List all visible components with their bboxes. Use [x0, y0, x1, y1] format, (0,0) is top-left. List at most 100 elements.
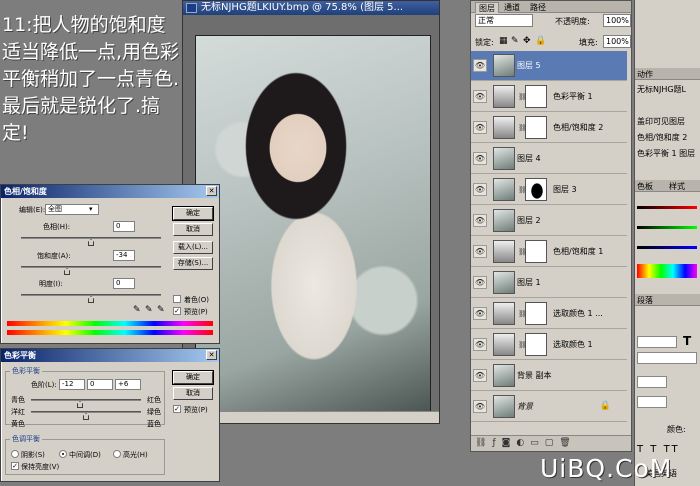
eyedropper-icon[interactable]: ✎: [133, 305, 141, 315]
layer-mask-thumbnail[interactable]: [525, 333, 547, 356]
hue-saturation-title-bar[interactable]: 色相/饱和度 ✕: [1, 185, 219, 198]
layer-mask-thumbnail[interactable]: [525, 85, 547, 108]
layer-row[interactable]: 👁 图层 5: [471, 51, 627, 81]
highlights-radio[interactable]: [113, 450, 121, 458]
ok-button[interactable]: 确定: [172, 206, 214, 221]
color-balance-title-bar[interactable]: 色彩平衡 ✕: [1, 349, 219, 362]
hue-input[interactable]: 0: [113, 221, 135, 232]
preview-checkbox[interactable]: ✓: [173, 307, 181, 315]
cyan-red-slider[interactable]: [31, 399, 141, 401]
layer-row[interactable]: 👁 图层 4: [471, 144, 627, 174]
magenta-green-slider[interactable]: [31, 411, 141, 413]
layer-row[interactable]: 👁 ⛓ 选取颜色 1: [471, 330, 627, 360]
baseline-field[interactable]: [637, 396, 667, 408]
history-item-2[interactable]: 色相/饱和度 2: [637, 132, 687, 143]
cancel-button[interactable]: 取消: [173, 387, 213, 400]
document-canvas[interactable]: [195, 35, 431, 415]
lightness-slider-thumb[interactable]: [88, 296, 94, 303]
layer-row[interactable]: 👁 ⛓ 色相/饱和度 1: [471, 237, 627, 267]
opacity-input[interactable]: 100%: [603, 14, 631, 27]
lightness-slider-track[interactable]: [21, 294, 161, 296]
lock-brush-icon[interactable]: ✎: [511, 36, 519, 46]
tab-layers[interactable]: 图层: [475, 2, 499, 13]
levels-input-2[interactable]: 0: [87, 379, 113, 390]
history-item-1[interactable]: 盖印可见图层: [637, 116, 685, 127]
levels-input-1[interactable]: -12: [59, 379, 85, 390]
saturation-slider-track[interactable]: [21, 266, 161, 268]
eyedropper-minus-icon[interactable]: ✎: [157, 305, 165, 315]
layer-mask-thumbnail[interactable]: [525, 178, 547, 201]
tab-paths[interactable]: 路径: [527, 2, 549, 13]
tracking-field[interactable]: [637, 352, 697, 364]
eye-icon[interactable]: 👁: [473, 183, 487, 196]
hue-slider-thumb[interactable]: [88, 239, 94, 246]
tab-paragraph[interactable]: 段落: [637, 295, 653, 306]
layer-mask-thumbnail[interactable]: [525, 116, 547, 139]
new-layer-icon[interactable]: ▢: [545, 438, 560, 448]
scale-field[interactable]: [637, 376, 667, 388]
cancel-button[interactable]: 取消: [173, 223, 213, 236]
tab-swatches[interactable]: 色板: [637, 181, 653, 192]
eye-icon[interactable]: 👁: [473, 121, 487, 134]
tab-actions[interactable]: 动作: [637, 69, 653, 80]
fx-icon[interactable]: ƒ: [492, 438, 501, 448]
eye-icon[interactable]: 👁: [473, 90, 487, 103]
history-document[interactable]: 无标NJHG题L: [637, 84, 686, 95]
green-slider[interactable]: [637, 226, 697, 229]
fill-input[interactable]: 100%: [603, 35, 631, 48]
preview-checkbox[interactable]: ✓: [173, 405, 181, 413]
eye-icon[interactable]: 👁: [473, 400, 487, 413]
color-ramp[interactable]: [637, 264, 697, 278]
preserve-luminosity-checkbox[interactable]: ✓: [11, 462, 19, 470]
document-window[interactable]: 无标NJHG题LKIUY.bmp @ 75.8% (图层 5...: [182, 0, 440, 424]
layer-row[interactable]: 👁 ⛓ 图层 3: [471, 175, 627, 205]
layer-mask-thumbnail[interactable]: [525, 240, 547, 263]
layer-row[interactable]: 👁 ⛓ 色相/饱和度 2: [471, 113, 627, 143]
document-title-bar[interactable]: 无标NJHG题LKIUY.bmp @ 75.8% (图层 5...: [183, 1, 439, 15]
eye-icon[interactable]: 👁: [473, 307, 487, 320]
close-icon[interactable]: ✕: [206, 186, 217, 196]
adjustment-icon[interactable]: ◐: [516, 438, 530, 448]
levels-input-3[interactable]: +6: [115, 379, 141, 390]
eye-icon[interactable]: 👁: [473, 245, 487, 258]
link-icon[interactable]: ⛓: [475, 438, 492, 448]
saturation-input[interactable]: -34: [113, 250, 135, 261]
lock-move-icon[interactable]: ✥: [523, 36, 531, 46]
layer-row[interactable]: 👁 图层 2: [471, 206, 627, 236]
saturation-slider-thumb[interactable]: [64, 268, 70, 275]
eye-icon[interactable]: 👁: [473, 152, 487, 165]
eye-icon[interactable]: 👁: [473, 369, 487, 382]
load-button[interactable]: 载入(L)...: [173, 241, 213, 254]
colorize-checkbox[interactable]: [173, 295, 181, 303]
folder-icon[interactable]: ▭: [530, 438, 545, 448]
lock-all-icon[interactable]: 🔒: [535, 36, 546, 46]
font-size-field[interactable]: [637, 336, 677, 348]
tab-styles[interactable]: 样式: [669, 181, 685, 192]
lightness-input[interactable]: 0: [113, 278, 135, 289]
blue-slider[interactable]: [637, 246, 697, 249]
history-item-3[interactable]: 色彩平衡 1 图层: [637, 148, 695, 159]
layer-row[interactable]: 👁 图层 1: [471, 268, 627, 298]
lock-transparent-icon[interactable]: ▦: [499, 36, 508, 46]
save-button[interactable]: 存储(S)...: [173, 257, 213, 270]
midtones-radio[interactable]: [59, 450, 67, 458]
tab-channels[interactable]: 通道: [501, 2, 523, 13]
eye-icon[interactable]: 👁: [473, 214, 487, 227]
trash-icon[interactable]: 🗑: [559, 438, 576, 448]
close-icon[interactable]: ✕: [206, 350, 217, 360]
layer-mask-thumbnail[interactable]: [525, 302, 547, 325]
layer-row[interactable]: 👁 背景 副本: [471, 361, 627, 391]
layer-row[interactable]: 👁 ⛓ 色彩平衡 1: [471, 82, 627, 112]
eye-icon[interactable]: 👁: [473, 59, 487, 72]
eyedropper-plus-icon[interactable]: ✎: [145, 305, 153, 315]
red-slider[interactable]: [637, 206, 697, 209]
blend-mode-select[interactable]: 正常: [475, 14, 533, 27]
hue-slider-track[interactable]: [21, 237, 161, 239]
layer-row[interactable]: 👁 背景 🔒: [471, 392, 627, 422]
layer-row[interactable]: 👁 ⛓ 选取颜色 1 ...: [471, 299, 627, 329]
eye-icon[interactable]: 👁: [473, 276, 487, 289]
shadows-radio[interactable]: [11, 450, 19, 458]
eye-icon[interactable]: 👁: [473, 338, 487, 351]
mask-icon[interactable]: ◙: [502, 438, 517, 448]
ok-button[interactable]: 确定: [172, 370, 214, 385]
